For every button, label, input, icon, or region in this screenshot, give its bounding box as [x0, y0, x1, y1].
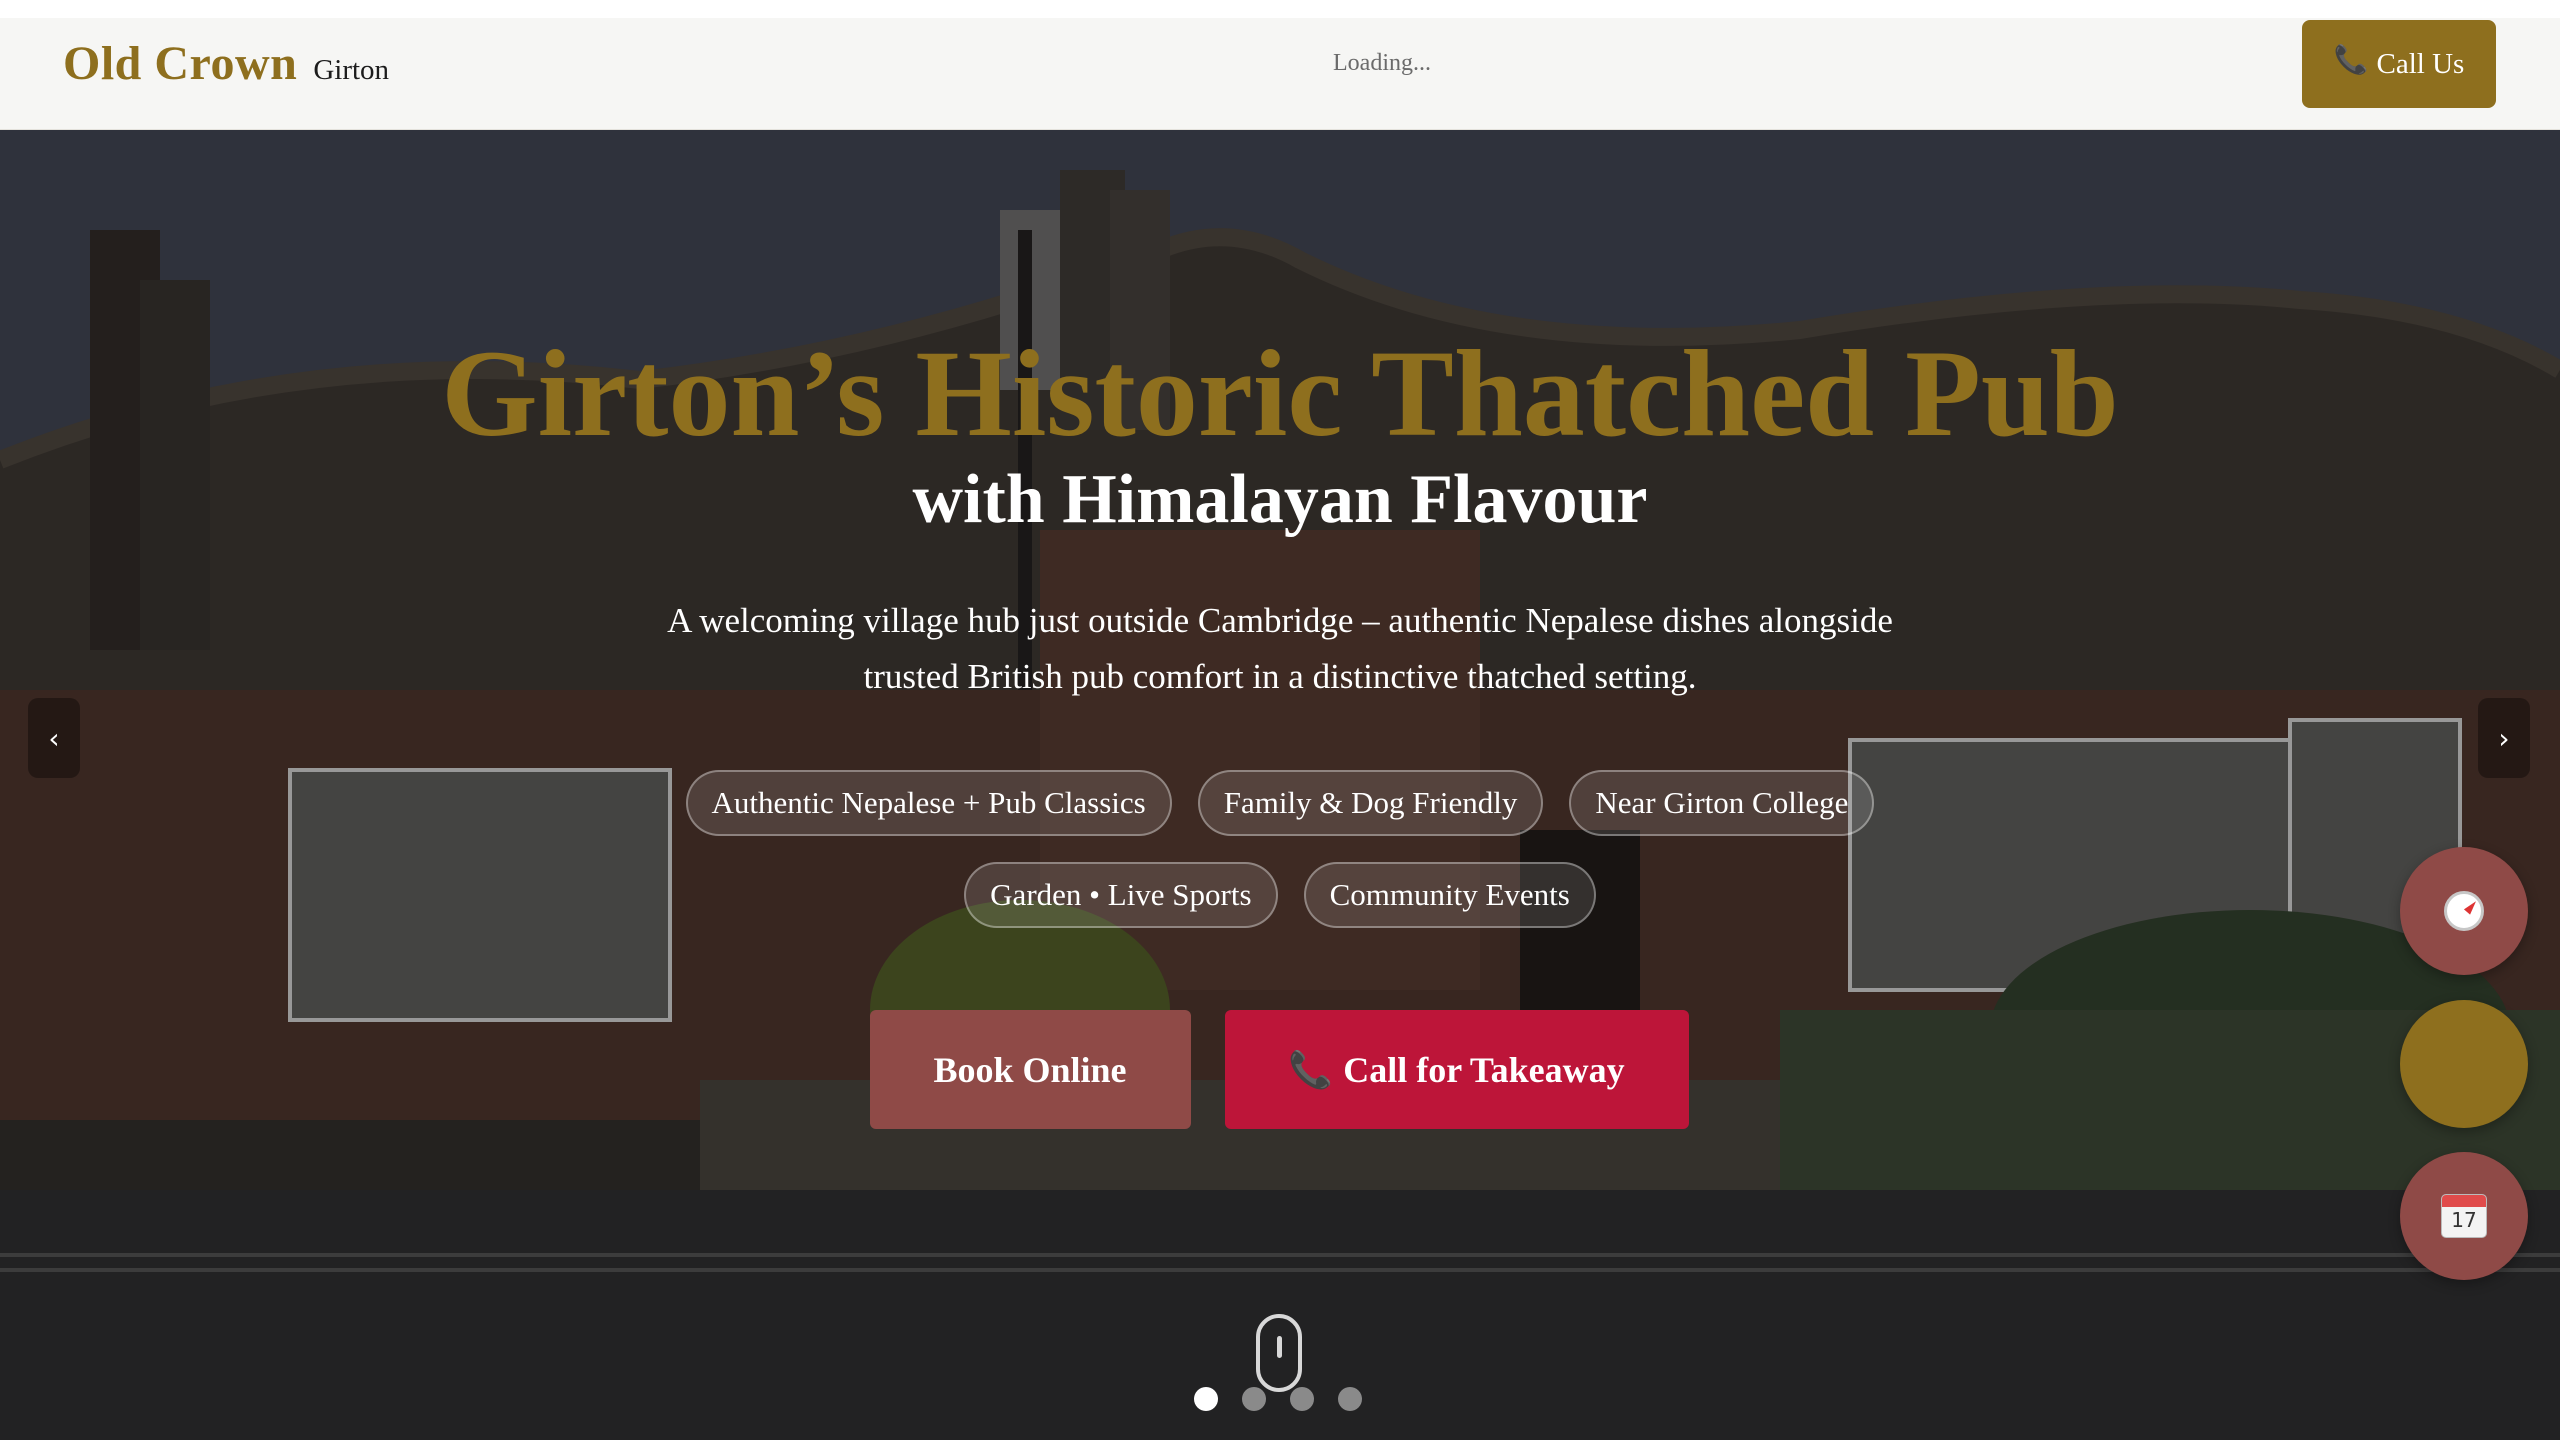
- action-button[interactable]: [2400, 1000, 2528, 1128]
- calendar-icon: 17: [2441, 1194, 2487, 1238]
- slider-dots: [1194, 1387, 1362, 1411]
- slider-prev-arrow[interactable]: ‹: [28, 698, 80, 778]
- slider-dot-2[interactable]: [1242, 1387, 1266, 1411]
- feature-tag: Near Girton College: [1569, 770, 1875, 836]
- book-online-button[interactable]: Book Online: [869, 1010, 1191, 1129]
- call-us-button[interactable]: 📞 Call Us: [2302, 20, 2496, 108]
- compass-icon: [2444, 891, 2484, 931]
- scroll-down-mouse-icon[interactable]: [1256, 1314, 1302, 1392]
- calendar-month-bar: [2442, 1195, 2486, 1207]
- slider-dot-3[interactable]: [1290, 1387, 1314, 1411]
- mouse-wheel: [1277, 1336, 1282, 1358]
- feature-tag: Community Events: [1303, 862, 1596, 928]
- loading-indicator: Loading...: [1333, 50, 1431, 76]
- feature-tag: Authentic Nepalese + Pub Classics: [685, 770, 1172, 836]
- site-header: Old Crown Girton Loading... 📞 Call Us: [0, 18, 2560, 130]
- hero-subtitle: with Himalayan Flavour: [912, 461, 1648, 538]
- feature-tags-row-2: Garden • Live Sports Community Events: [964, 862, 1596, 928]
- call-for-takeaway-button[interactable]: 📞 Call for Takeaway: [1224, 1010, 1689, 1129]
- hero-title: Girton’s Historic Thatched Pub: [441, 325, 2119, 462]
- slider-next-arrow[interactable]: ›: [2478, 698, 2530, 778]
- brand-location: Girton: [313, 54, 390, 86]
- takeaway-label: Call for Takeaway: [1343, 1049, 1625, 1090]
- phone-icon: 📞: [2333, 45, 2369, 76]
- slider-dot-1[interactable]: [1194, 1387, 1218, 1411]
- top-strip: [0, 0, 2560, 18]
- feature-tags: Authentic Nepalese + Pub Classics Family…: [0, 770, 2560, 928]
- calendar-booking-button[interactable]: 17: [2400, 1152, 2528, 1280]
- brand[interactable]: Old Crown Girton: [63, 36, 389, 91]
- hero-slider: Girton’s Historic Thatched Pub with Hima…: [0, 130, 2560, 1440]
- feature-tags-row-1: Authentic Nepalese + Pub Classics Family…: [685, 770, 1875, 836]
- brand-name[interactable]: Old Crown: [63, 36, 297, 91]
- hero-description: A welcoming village hub just outside Cam…: [667, 601, 1893, 696]
- feature-tag: Family & Dog Friendly: [1197, 770, 1544, 836]
- calendar-day: 17: [2451, 1208, 2477, 1232]
- cta-buttons: Book Online 📞 Call for Takeaway: [0, 1010, 2560, 1129]
- feature-tag: Garden • Live Sports: [964, 862, 1278, 928]
- call-us-label: Call Us: [2376, 47, 2465, 80]
- phone-icon: 📞: [1288, 1049, 1334, 1090]
- slider-dot-4[interactable]: [1338, 1387, 1362, 1411]
- directions-button[interactable]: [2400, 847, 2528, 975]
